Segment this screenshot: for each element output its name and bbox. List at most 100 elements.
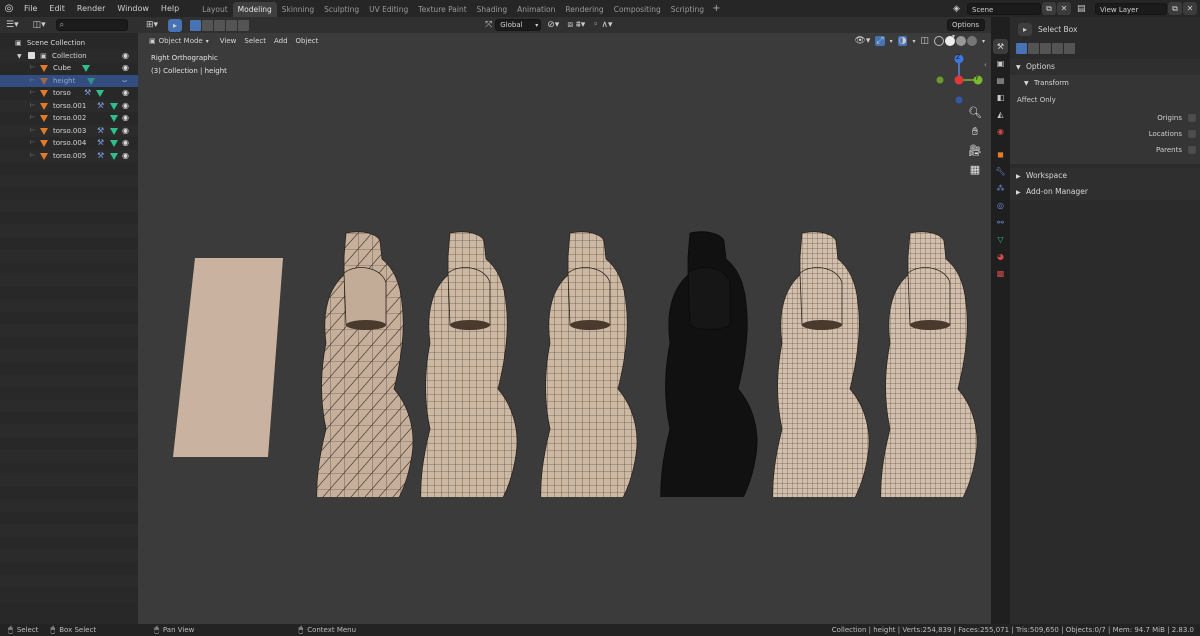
snap-icon[interactable]: ⧈ ⩩▾ (567, 20, 585, 30)
modifier-wrench-icon[interactable]: ⚒ (97, 150, 104, 163)
eye-icon[interactable]: ◉ (122, 137, 129, 150)
locations-checkbox[interactable] (1188, 130, 1196, 138)
mesh-data-icon[interactable] (110, 127, 118, 135)
constraints-tab-icon[interactable]: ⚯ (993, 215, 1008, 230)
pivot-icon[interactable]: ⊘▾ (547, 20, 559, 30)
torso-object-1[interactable] (316, 231, 414, 497)
modifier-wrench-icon[interactable]: ⚒ (97, 125, 104, 138)
modifier-wrench-icon[interactable]: ⚒ (84, 87, 91, 100)
menu-help[interactable]: Help (155, 0, 185, 17)
eye-icon[interactable]: ◉ (122, 100, 129, 113)
origins-option[interactable]: Origins (1010, 110, 1200, 126)
tab-skinning[interactable]: Skinning (277, 2, 319, 17)
mesh-data-icon[interactable] (110, 115, 118, 122)
sidebar-toggle-icon[interactable]: ‹ (984, 61, 987, 69)
options-dropdown[interactable]: Options ▾ (947, 19, 985, 40)
tab-scripting[interactable]: Scripting (666, 2, 709, 17)
new-scene-icon[interactable]: ⧉ (1042, 2, 1056, 15)
viewport-menu-select[interactable]: Select (240, 35, 270, 48)
viewport-menu-view[interactable]: View (216, 35, 241, 48)
proportional-edit-icon[interactable]: ◦ ∧▾ (593, 20, 612, 30)
select-mode-buttons[interactable] (1010, 41, 1200, 55)
tab-shading[interactable]: Shading (472, 2, 512, 17)
parents-checkbox[interactable] (1188, 146, 1196, 154)
gizmo-toggle-icon[interactable]: ⤢ (875, 36, 885, 46)
torso-object-5[interactable] (772, 231, 870, 497)
menu-file[interactable]: File (18, 0, 43, 17)
tab-texture-paint[interactable]: Texture Paint (413, 2, 471, 17)
eye-closed-icon[interactable]: ⌣ (122, 75, 127, 88)
shading-modes-icon[interactable] (933, 36, 977, 46)
visibility-icon[interactable]: 👁▾ (854, 36, 870, 46)
plane-height-object[interactable] (173, 258, 283, 457)
output-tab-icon[interactable]: ▤ (993, 73, 1008, 88)
addon-panel-header[interactable]: ▶ Add-on Manager (1010, 184, 1200, 200)
tool-cursor-icon[interactable]: ▸ (168, 18, 183, 32)
eye-icon[interactable]: ◉ (122, 112, 129, 125)
mesh-data-icon[interactable] (110, 140, 118, 147)
editor-type-icon[interactable]: ☰▾ (6, 20, 19, 30)
pan-hand-icon[interactable]: ✋︎ (967, 124, 983, 140)
tree-row-object[interactable]: ⊢ torso.002 ◉ (0, 112, 138, 125)
eye-icon[interactable]: ◉ (122, 125, 129, 138)
view-layer-selector[interactable]: ▤ View Layer ⧉ ✕ (1077, 2, 1197, 15)
view-layer-field[interactable]: View Layer (1095, 2, 1167, 15)
mesh-data-icon[interactable] (110, 152, 118, 160)
texture-tab-icon[interactable]: ▩ (993, 266, 1008, 281)
display-mode-icon[interactable]: ◫▾ (33, 20, 46, 30)
mesh-data-icon[interactable] (110, 102, 118, 110)
shading-dropdown-icon[interactable]: ▾ (982, 38, 985, 45)
delete-scene-icon[interactable]: ✕ (1057, 2, 1071, 15)
tab-layout[interactable]: Layout (197, 2, 233, 17)
grid-view-icon[interactable]: ▦ (967, 162, 983, 178)
origins-checkbox[interactable] (1188, 114, 1196, 122)
viewport-editor-type-icon[interactable]: ⊞▾ (146, 20, 158, 30)
scene-selector[interactable]: ◈ Scene ⧉ ✕ (953, 2, 1071, 15)
material-tab-icon[interactable]: ◕ (993, 249, 1008, 264)
parents-option[interactable]: Parents (1010, 142, 1200, 158)
torso-object-4[interactable] (660, 231, 758, 497)
tree-row-scene-collection[interactable]: ▣ Scene Collection (0, 37, 138, 50)
camera-view-icon[interactable]: 🎥︎ (967, 143, 983, 159)
tab-sculpting[interactable]: Sculpting (319, 2, 364, 17)
3d-viewport[interactable]: ⊞▾ ▸ ⤧ Global ▾ ⊘▾ ⧈ ⩩▾ ◦ ∧▾ Options ▾ ▣… (138, 17, 991, 624)
locations-option[interactable]: Locations (1010, 126, 1200, 142)
tree-row-object[interactable]: ⊢ torso.001 ⚒ ◉ (0, 99, 138, 113)
world-tab-icon[interactable]: ◉ (993, 124, 1008, 139)
workspace-panel-header[interactable]: ▶ Workspace (1010, 168, 1200, 184)
new-view-layer-icon[interactable]: ⧉ (1168, 2, 1182, 15)
scene-tab-icon[interactable]: ◭ (993, 107, 1008, 122)
zoom-icon[interactable]: 🔍︎ (967, 105, 983, 121)
tool-tab-icon[interactable]: ⚒ (993, 39, 1008, 54)
menu-edit[interactable]: Edit (43, 0, 71, 17)
viewport-menu-add[interactable]: Add (270, 35, 292, 48)
blender-logo-icon[interactable]: ◎ (0, 3, 18, 14)
menu-render[interactable]: Render (71, 0, 111, 17)
render-tab-icon[interactable]: ▣ (993, 56, 1008, 71)
add-workspace-icon[interactable]: + (712, 3, 720, 14)
select-mode-icons[interactable] (190, 19, 250, 31)
outliner-search-input[interactable]: ⌕ (55, 19, 128, 31)
modifier-wrench-icon[interactable]: ⚒ (97, 137, 104, 150)
tree-row-object[interactable]: ⊢ torso ⚒ ◉ (0, 87, 138, 100)
tree-row-collection[interactable]: ▼ ▣ Collection ◉ (0, 49, 138, 63)
tree-row-object[interactable]: ⊢ torso.004 ⚒ ◉ (0, 137, 138, 150)
xray-icon[interactable]: ◫ (920, 36, 929, 46)
tab-animation[interactable]: Animation (512, 2, 560, 17)
mesh-data-icon[interactable] (82, 65, 90, 72)
options-panel-header[interactable]: ▼ Options (1010, 59, 1200, 75)
tree-row-object[interactable]: ⊢ Cube ◉ (0, 62, 138, 75)
scene-field[interactable]: Scene (967, 2, 1041, 15)
eye-icon[interactable]: ◉ (122, 50, 129, 63)
viewport-menu-object[interactable]: Object (292, 35, 323, 48)
data-tab-icon[interactable]: ▽ (993, 232, 1008, 247)
mode-dropdown[interactable]: ▣ Object Mode ▾ (146, 34, 212, 48)
navigation-gizmo[interactable]: Z Y (934, 53, 986, 105)
torso-object-6[interactable] (880, 231, 978, 497)
tab-uv-editing[interactable]: UV Editing (364, 2, 413, 17)
menu-window[interactable]: Window (111, 0, 155, 17)
eye-icon[interactable]: ◉ (122, 62, 129, 75)
eye-icon[interactable]: ◉ (122, 150, 129, 163)
physics-tab-icon[interactable]: ◎ (993, 198, 1008, 213)
view-layer-tab-icon[interactable]: ◧ (993, 90, 1008, 105)
